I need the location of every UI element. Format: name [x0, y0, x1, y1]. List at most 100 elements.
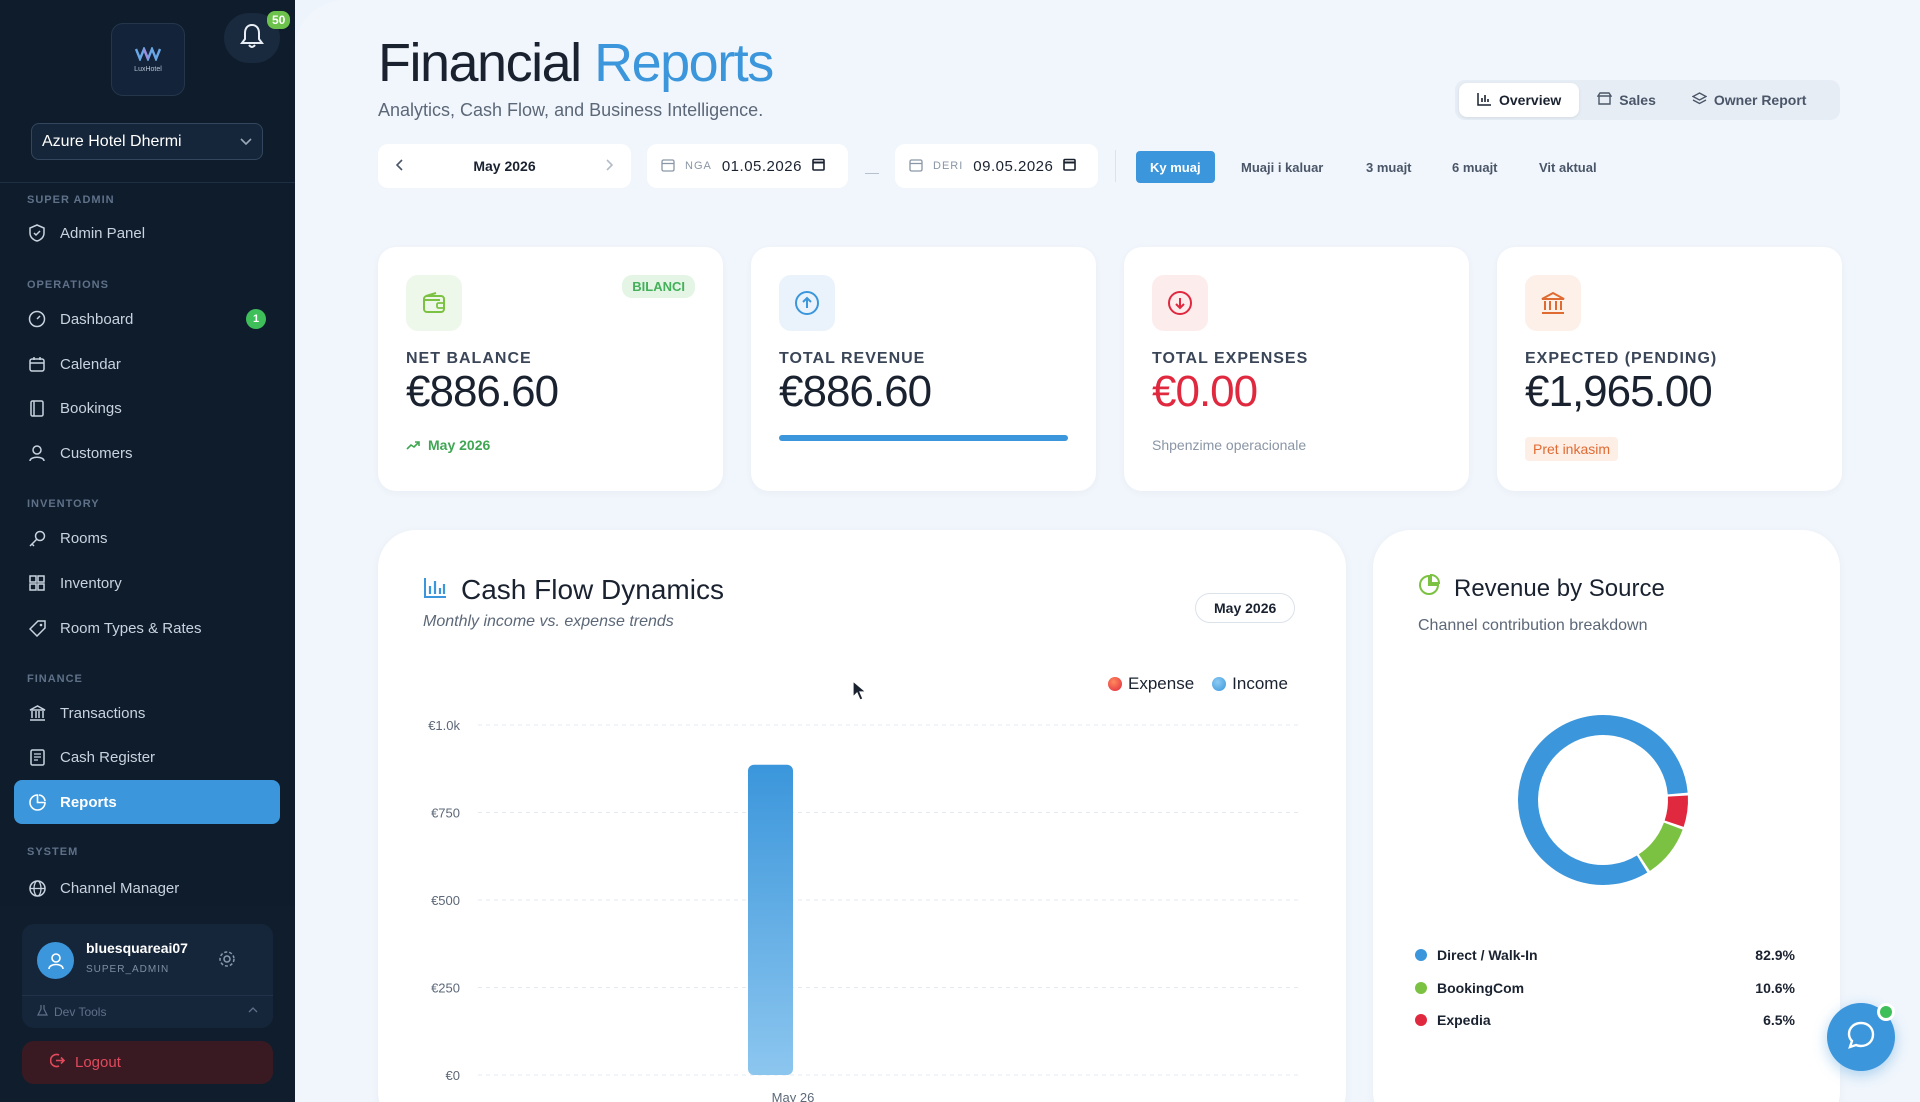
- kpi-value: €886.60: [406, 367, 559, 416]
- hotel-logo[interactable]: LuxHotel: [111, 23, 185, 96]
- wallet-icon: [406, 275, 462, 331]
- online-indicator: [1877, 1003, 1895, 1021]
- range-6-months[interactable]: 6 muajt: [1438, 151, 1512, 183]
- sidebar-item-label: Channel Manager: [60, 879, 180, 897]
- sidebar-item-channel-manager[interactable]: Channel Manager: [14, 866, 280, 910]
- tab-owner-report[interactable]: Owner Report: [1674, 83, 1825, 117]
- section-super-admin: SUPER ADMIN: [27, 194, 115, 206]
- section-inventory: INVENTORY: [27, 498, 100, 510]
- balance-tag: BILANCI: [622, 275, 695, 298]
- revenue-donut-chart: [1518, 715, 1688, 885]
- date-picker-icon[interactable]: [1063, 158, 1077, 174]
- cash-flow-chart: €0 €250 €500 €750 €1.0k May 26: [428, 718, 1298, 1102]
- sidebar-item-admin-panel[interactable]: Admin Panel: [14, 211, 280, 255]
- to-date-field[interactable]: DERI 09.05.2026: [895, 144, 1098, 188]
- grid-icon: [28, 574, 46, 592]
- range-this-month[interactable]: Ky muaj: [1136, 151, 1215, 183]
- hotel-selector[interactable]: Azure Hotel Dhermi: [31, 123, 263, 160]
- kpi-label: TOTAL EXPENSES: [1152, 350, 1309, 367]
- dev-tools-toggle[interactable]: Dev Tools: [37, 1004, 106, 1019]
- source-row-bookingcom: BookingCom 10.6%: [1415, 980, 1795, 996]
- range-current-year[interactable]: Vit aktual: [1525, 151, 1611, 183]
- to-date-prefix: DERI: [933, 160, 964, 172]
- bar-income[interactable]: [748, 764, 793, 1075]
- page-title-accent: Reports: [594, 33, 774, 93]
- user-card: bluesquareai07 SUPER_ADMIN Dev Tools: [22, 924, 273, 1028]
- tab-label: Overview: [1499, 92, 1562, 108]
- sidebar-item-calendar[interactable]: Calendar: [14, 342, 280, 386]
- shield-icon: [28, 224, 46, 242]
- sidebar-item-label: Rooms: [60, 529, 108, 547]
- mouse-cursor-icon: [852, 679, 868, 707]
- chevron-left-icon[interactable]: [395, 158, 404, 174]
- revenue-progress-fill: [779, 435, 1068, 441]
- chevron-down-icon: [240, 133, 252, 151]
- flask-icon: [37, 1004, 48, 1019]
- calendar-icon: [28, 355, 46, 373]
- arrow-down-circle-icon: [1152, 275, 1208, 331]
- range-last-month[interactable]: Muaji i kaluar: [1227, 151, 1337, 183]
- x-tick-label: May 26: [772, 1090, 815, 1102]
- logout-icon: [49, 1053, 66, 1072]
- from-date-field[interactable]: NGA 01.05.2026: [647, 144, 848, 188]
- revenue-source-subtitle: Channel contribution breakdown: [1418, 617, 1648, 634]
- avatar[interactable]: [37, 942, 74, 979]
- tab-label: Sales: [1619, 92, 1656, 108]
- kpi-total-revenue: TOTAL REVENUE €886.60: [751, 247, 1096, 491]
- donut-slice-bookingcom[interactable]: [1638, 822, 1683, 871]
- revenue-source-title-text: Revenue by Source: [1454, 574, 1665, 602]
- sidebar-item-label: Transactions: [60, 704, 146, 722]
- gear-icon[interactable]: [218, 950, 236, 973]
- user-name: bluesquareai07: [86, 940, 188, 956]
- kpi-label: EXPECTED (PENDING): [1525, 350, 1718, 367]
- bell-icon: [240, 23, 264, 54]
- tab-overview[interactable]: Overview: [1459, 83, 1580, 117]
- y-tick-label: €0: [446, 1068, 460, 1083]
- bar-chart-icon: [1477, 92, 1492, 109]
- sidebar-item-room-types[interactable]: Room Types & Rates: [14, 606, 280, 650]
- logout-button[interactable]: Logout: [22, 1041, 273, 1084]
- kpi-expected-pending: EXPECTED (PENDING) €1,965.00 Pret inkasi…: [1497, 247, 1842, 491]
- kpi-value: €1,965.00: [1525, 367, 1713, 416]
- dashboard-badge: 1: [246, 309, 266, 329]
- logout-label: Logout: [75, 1054, 121, 1071]
- month-label: May 2026: [473, 158, 536, 174]
- kpi-total-expenses: TOTAL EXPENSES €0.00 Shpenzime operacion…: [1124, 247, 1469, 491]
- section-finance: FINANCE: [27, 673, 83, 685]
- sidebar-item-transactions[interactable]: Transactions: [14, 691, 280, 735]
- kpi-value: €0.00: [1152, 367, 1258, 416]
- sidebar-item-bookings[interactable]: Bookings: [14, 386, 280, 430]
- pie-chart-icon: [28, 793, 46, 811]
- date-picker-icon[interactable]: [812, 158, 825, 174]
- kpi-caption: Shpenzime operacionale: [1152, 437, 1307, 453]
- sidebar-item-cash-register[interactable]: Cash Register: [14, 735, 280, 779]
- kpi-value: €886.60: [779, 367, 932, 416]
- source-dot: [1415, 982, 1427, 994]
- tab-label: Owner Report: [1713, 92, 1807, 108]
- donut-slice-expedia[interactable]: [1664, 795, 1688, 827]
- sidebar-item-rooms[interactable]: Rooms: [14, 516, 280, 560]
- source-pct: 82.9%: [1755, 947, 1795, 963]
- sidebar-item-inventory[interactable]: Inventory: [14, 561, 280, 605]
- page-title-main: Financial: [378, 33, 582, 93]
- sidebar-item-reports[interactable]: Reports: [14, 780, 280, 824]
- y-tick-label: €250: [431, 981, 460, 996]
- from-date-prefix: NGA: [685, 160, 712, 172]
- sidebar-item-customers[interactable]: Customers: [14, 431, 280, 475]
- bank-icon: [1525, 275, 1581, 331]
- to-date-value: 09.05.2026: [973, 157, 1054, 175]
- sidebar-item-label: Reports: [60, 793, 117, 811]
- book-icon: [28, 399, 46, 417]
- sidebar-item-dashboard[interactable]: Dashboard 1: [14, 297, 280, 341]
- sidebar-divider: [0, 182, 295, 183]
- source-row-direct: Direct / Walk-In 82.9%: [1415, 947, 1795, 963]
- revenue-progress-bar: [779, 435, 1068, 441]
- kpi-label: NET BALANCE: [406, 350, 532, 367]
- chevron-right-icon[interactable]: [605, 158, 614, 174]
- calendar-icon: [661, 158, 675, 175]
- tab-sales[interactable]: Sales: [1579, 83, 1674, 117]
- range-3-months[interactable]: 3 muajt: [1352, 151, 1426, 183]
- key-icon: [28, 529, 46, 547]
- dev-tools-label: Dev Tools: [54, 1004, 107, 1019]
- chat-bubble-icon: [1846, 1020, 1876, 1055]
